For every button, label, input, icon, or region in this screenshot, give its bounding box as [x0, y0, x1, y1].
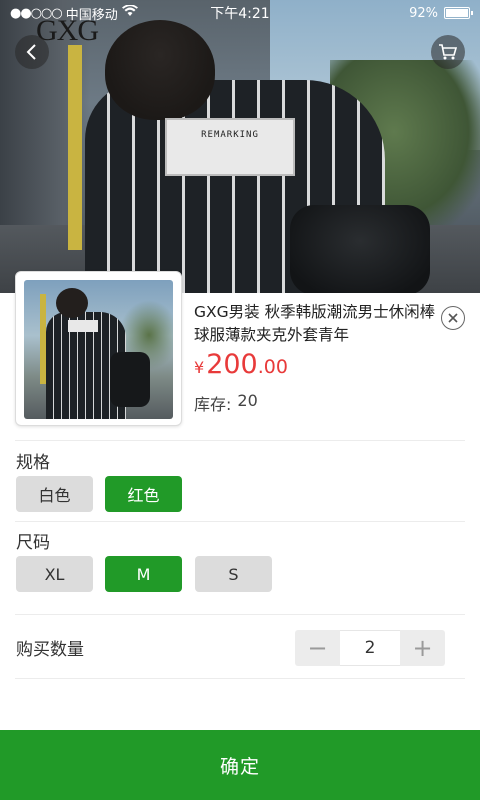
thumb-head — [56, 288, 88, 318]
battery-fill — [446, 9, 469, 17]
back-button[interactable] — [15, 35, 49, 69]
status-bar: ●●○○○ 中国移动 下午4:21 92% — [0, 0, 480, 26]
hero-pole — [68, 45, 82, 250]
stock-label: 库存: — [194, 395, 232, 414]
patch-text: REMARKING — [201, 130, 259, 140]
price-decimal: .00 — [257, 356, 288, 378]
close-icon — [448, 313, 458, 323]
product-title: GXG男装 秋季韩版潮流男士休闲棒球服薄款夹克外套青年 — [194, 303, 436, 344]
stock-value: 20 — [237, 391, 258, 410]
quantity-value[interactable]: 2 — [340, 630, 400, 666]
quantity-increase-button[interactable]: + — [400, 630, 445, 666]
hero-model-head — [105, 20, 215, 120]
battery-percent: 92% — [409, 5, 438, 21]
product-hero-image: REMARKING GXG — [0, 0, 480, 293]
stock-info: 库存: 20 — [194, 391, 258, 415]
price-currency: ¥ — [194, 358, 205, 377]
carrier-name: 中国移动 — [65, 7, 118, 23]
divider — [15, 521, 465, 522]
hero-backpack — [290, 205, 430, 293]
size-option-m[interactable]: M — [105, 556, 182, 592]
hero-jacket-patch: REMARKING — [165, 118, 295, 176]
confirm-button[interactable]: 确定 — [0, 730, 480, 800]
divider — [15, 678, 465, 679]
spec-label: 规格 — [16, 453, 50, 473]
spec-option-red[interactable]: 红色 — [105, 476, 182, 512]
thumb-backpack — [110, 352, 150, 407]
quantity-stepper: − 2 + — [295, 630, 445, 666]
cart-icon — [439, 44, 458, 60]
wifi-icon — [121, 4, 138, 21]
size-label: 尺码 — [16, 533, 50, 553]
product-thumbnail-card — [15, 271, 182, 426]
quantity-label: 购买数量 — [16, 640, 84, 660]
spec-option-white[interactable]: 白色 — [16, 476, 93, 512]
sku-selector-sheet: GXG男装 秋季韩版潮流男士休闲棒球服薄款夹克外套青年 ¥ 200 .00 库存… — [0, 271, 480, 800]
divider — [15, 440, 465, 441]
cart-button[interactable] — [431, 35, 465, 69]
quantity-decrease-button[interactable]: − — [295, 630, 340, 666]
divider — [15, 614, 465, 615]
product-thumbnail — [24, 280, 173, 419]
chevron-left-icon — [26, 44, 36, 60]
battery-icon — [444, 7, 473, 19]
size-option-s[interactable]: S — [195, 556, 272, 592]
signal-strength: ●●○○○ — [10, 5, 63, 21]
close-button[interactable] — [441, 306, 465, 330]
price-integer: 200 — [206, 349, 258, 380]
product-price: ¥ 200 .00 — [194, 349, 288, 380]
thumb-patch — [68, 320, 98, 332]
size-option-xl[interactable]: XL — [16, 556, 93, 592]
